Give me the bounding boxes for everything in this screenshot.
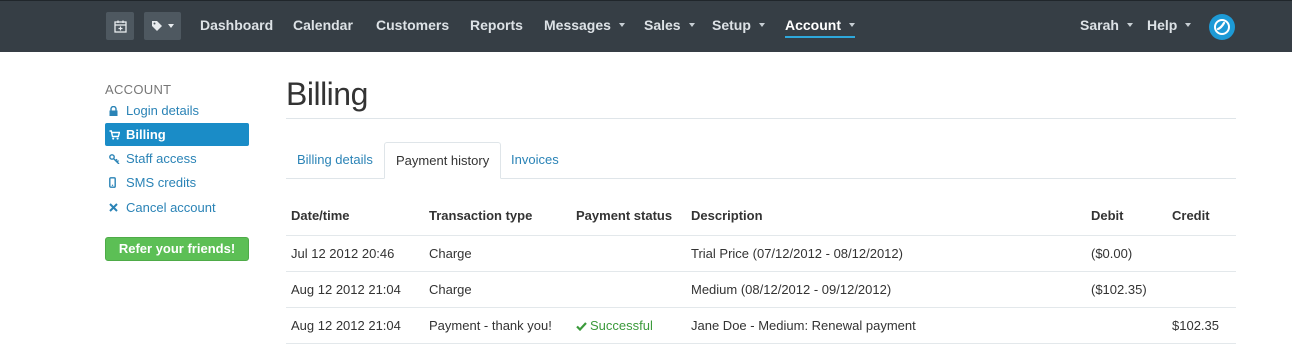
tab-invoices[interactable]: Invoices [500, 142, 570, 179]
cell-description: Trial Price (07/12/2012 - 08/12/2012) [691, 246, 903, 261]
nav-label: Setup [712, 17, 751, 33]
cell-debit: ($102.35) [1091, 282, 1147, 297]
nav-label: Messages [544, 17, 611, 33]
cell-status: Successful [576, 318, 653, 333]
chevron-down-icon [1126, 23, 1133, 28]
tag-menu-button[interactable] [144, 12, 181, 40]
nav-label: Customers [376, 17, 450, 33]
logo-icon [1214, 19, 1230, 35]
chevron-down-icon [168, 24, 174, 28]
cell-description: Jane Doe - Medium: Renewal payment [691, 318, 916, 333]
tag-icon [152, 21, 162, 31]
row-divider [286, 271, 1236, 272]
cell-date: Aug 12 2012 21:04 [291, 318, 401, 333]
lock-icon [109, 105, 126, 116]
nav-label: Sales [644, 17, 681, 33]
nav-label: Account [785, 17, 841, 33]
help-menu[interactable]: Help [1147, 1, 1192, 50]
mobile-icon [109, 177, 126, 188]
column-header-date[interactable]: Date/time [291, 208, 350, 223]
chevron-down-icon [849, 23, 855, 28]
chevron-down-icon [688, 23, 695, 28]
close-icon [109, 203, 126, 212]
app-logo[interactable] [1209, 14, 1235, 40]
row-divider [286, 235, 1236, 236]
cell-type: Payment - thank you! [429, 318, 552, 333]
cell-date: Aug 12 2012 21:04 [291, 282, 401, 297]
help-label: Help [1147, 17, 1178, 33]
sidebar-heading: ACCOUNT [105, 82, 172, 97]
sidebar-item-label: Staff access [126, 151, 197, 166]
column-header-transaction-type[interactable]: Transaction type [429, 208, 532, 223]
sidebar-item-label: Billing [126, 127, 166, 142]
sidebar-item-label: SMS credits [126, 175, 197, 190]
nav-label: Calendar [293, 17, 353, 33]
column-header-debit[interactable]: Debit [1091, 208, 1124, 223]
chevron-down-icon [618, 23, 625, 28]
nav-reports[interactable]: Reports [470, 1, 523, 50]
sidebar-item-staff-access[interactable]: Staff access [105, 147, 249, 170]
sidebar-item-cancel-account[interactable]: Cancel account [105, 196, 249, 219]
nav-label: Dashboard [200, 17, 274, 33]
calendar-plus-icon [113, 20, 127, 33]
nav-account[interactable]: Account [785, 1, 855, 50]
top-nav-bar: Dashboard Calendar Customers Reports Mes… [0, 0, 1292, 52]
row-divider [286, 307, 1236, 308]
cell-debit: ($0.00) [1091, 246, 1133, 261]
cell-date: Jul 12 2012 20:46 [291, 246, 395, 261]
nav-label: Reports [470, 17, 523, 33]
cell-type: Charge [429, 246, 472, 261]
status-text: Successful [590, 318, 653, 333]
cell-description: Medium (08/12/2012 - 09/12/2012) [691, 282, 892, 297]
sidebar-item-billing[interactable]: Billing [105, 123, 249, 146]
key-icon [109, 153, 126, 164]
sidebar-item-login-details[interactable]: Login details [105, 99, 249, 122]
user-name: Sarah [1080, 17, 1119, 33]
user-menu[interactable]: Sarah [1080, 1, 1133, 50]
column-header-credit[interactable]: Credit [1172, 208, 1210, 223]
tab-payment-history[interactable]: Payment history [384, 142, 502, 179]
chevron-down-icon [1185, 23, 1192, 28]
cart-icon [109, 129, 126, 140]
refer-friends-button[interactable]: Refer your friends! [105, 237, 249, 261]
title-divider [286, 118, 1236, 119]
tab-billing-details[interactable]: Billing details [286, 142, 384, 179]
nav-calendar[interactable]: Calendar [293, 1, 353, 50]
cell-type: Charge [429, 282, 472, 297]
nav-setup[interactable]: Setup [712, 1, 765, 50]
sidebar-item-sms-credits[interactable]: SMS credits [105, 171, 249, 194]
column-header-description[interactable]: Description [691, 208, 763, 223]
nav-sales[interactable]: Sales [644, 1, 695, 50]
nav-customers[interactable]: Customers [376, 1, 449, 50]
sidebar-item-label: Cancel account [126, 200, 216, 215]
nav-dashboard[interactable]: Dashboard [200, 1, 273, 50]
cell-credit: $102.35 [1172, 318, 1219, 333]
page-title: Billing [286, 76, 368, 112]
checkmark-icon [576, 322, 587, 332]
sidebar-item-label: Login details [126, 103, 199, 118]
calendar-add-button[interactable] [106, 12, 134, 40]
nav-messages[interactable]: Messages [544, 1, 625, 50]
column-header-payment-status[interactable]: Payment status [576, 208, 672, 223]
chevron-down-icon [758, 23, 765, 28]
